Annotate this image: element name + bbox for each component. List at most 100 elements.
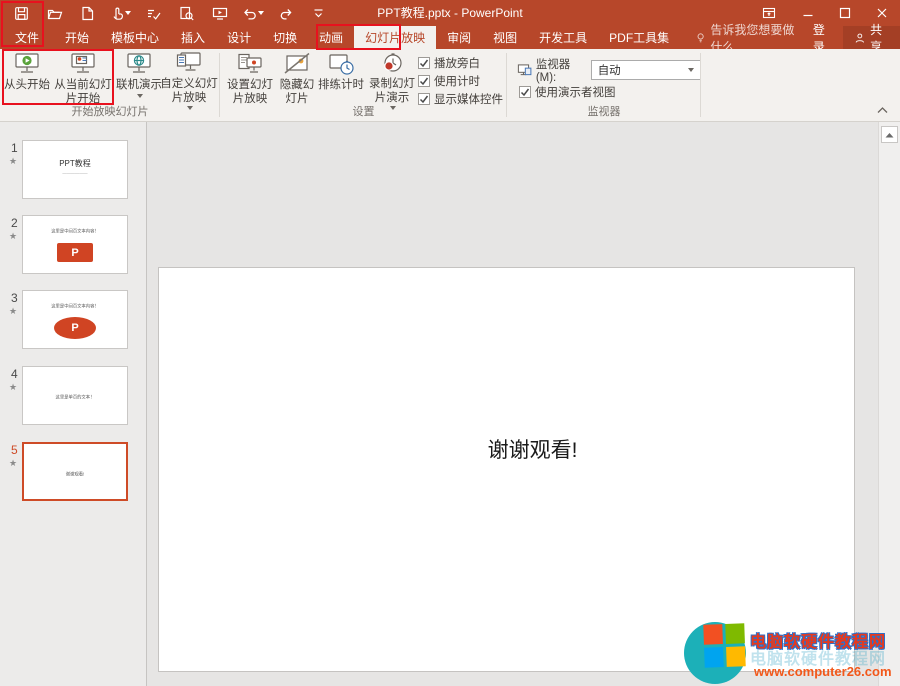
print-preview-button[interactable] [170,0,203,26]
close-icon [876,7,888,19]
record-slideshow-label: 录制幻灯片演示 [364,78,420,105]
thumb-subtitle: —————— [39,172,112,176]
slide-title-text[interactable]: 谢谢观看! [159,434,854,464]
slide-thumbnail-4[interactable]: 4 ★ 这里是单页的文本！ [0,366,147,427]
ribbon: 从头开始 从当前幻灯片开始 联机演示 自定义幻灯片放映 [0,49,900,122]
monitor-select-value: 自动 [598,62,621,78]
slide-thumbnail-5-selected[interactable]: 5 ★ 谢谢观看! [0,442,147,503]
play-narrations-checkbox[interactable] [418,57,430,69]
present-online-label: 联机演示 [116,79,162,93]
touch-mode-dropdown-arrow[interactable] [125,11,131,15]
lightbulb-icon [696,31,705,45]
setup-slideshow-button[interactable]: 设置幻灯片放映 [224,51,276,107]
windows-logo-blue-square [704,647,724,668]
from-current-slide-button[interactable]: 从当前幻灯片开始 [51,51,115,107]
play-narrations-label: 播放旁白 [434,55,480,71]
monitor-row: 监视器(M): 自动 [517,56,701,84]
slide-thumbnail-3[interactable]: 3 ★ 这里是中间页文本内容！ P [0,290,147,351]
slide-number: 4 [11,367,18,381]
scroll-up-arrow-icon [885,132,894,138]
sign-in-button[interactable]: 登录 [801,26,844,49]
tab-insert[interactable]: 插入 [170,26,216,49]
spelling-button[interactable] [137,0,170,26]
use-presenter-view-checkbox[interactable] [519,86,531,98]
thumb-text: 这里是中间页文本内容！ [38,227,113,233]
from-beginning-button[interactable]: 从头开始 [3,51,51,107]
undo-dropdown-arrow[interactable] [258,11,264,15]
present-online-dropdown-arrow[interactable] [137,94,143,98]
customize-qat-button[interactable] [302,0,335,26]
group-start-slideshow: 从头开始 从当前幻灯片开始 联机演示 自定义幻灯片放映 [0,49,220,121]
chevron-up-icon [877,107,888,114]
new-button[interactable] [71,0,104,26]
custom-slideshow-icon [175,51,203,77]
slide-show-button[interactable] [203,0,236,26]
tab-view[interactable]: 视图 [482,26,528,49]
tab-review[interactable]: 审阅 [436,26,482,49]
slide-editor[interactable]: 谢谢观看! [158,267,855,672]
touch-mode-button[interactable] [104,0,137,26]
thumbnail-box[interactable]: 谢谢观看! [22,442,128,501]
redo-button[interactable] [269,0,302,26]
rehearse-timings-button[interactable]: 排练计时 [318,51,364,107]
tab-pdf-tools[interactable]: PDF工具集 [598,26,680,49]
use-timings-checkbox[interactable] [418,75,430,87]
use-presenter-view-label: 使用演示者视图 [535,84,616,100]
windows-logo-green-square [725,623,745,644]
monitor-select-arrow [688,68,694,72]
slide-thumbnail-2[interactable]: 2 ★ 这里是中间页文本内容！ P [0,215,147,276]
presenter-view-row: 使用演示者视图 [519,83,616,101]
setup-slideshow-icon [236,51,264,78]
group-label-start-slideshow: 开始放映幻灯片 [0,103,220,119]
thumbnail-box[interactable]: PPT教程 —————— [22,140,128,199]
monitor-select[interactable]: 自动 [591,60,701,80]
tab-slide-show[interactable]: 幻灯片放映 [354,26,436,49]
vertical-scrollbar[interactable] [878,122,900,686]
custom-slideshow-button[interactable]: 自定义幻灯片放映 [160,51,218,107]
spelling-check-icon [146,6,161,21]
tab-home[interactable]: 开始 [54,26,100,49]
person-icon [855,31,865,45]
animation-star-icon: ★ [9,306,17,317]
minimize-icon [802,7,814,19]
use-timings-label: 使用计时 [434,73,480,89]
collapse-ribbon-button[interactable] [874,103,890,117]
window-title: PPT教程.pptx - PowerPoint [377,0,522,26]
watermark-url: www.computer26.com [754,664,892,679]
present-online-button[interactable]: 联机演示 [116,51,162,107]
maximize-button[interactable] [826,0,863,26]
open-button[interactable] [38,0,71,26]
animation-star-icon: ★ [9,382,17,393]
thumb-text: 这里是中间页文本内容！ [38,302,113,308]
tell-me-box[interactable]: 告诉我您想要做什么... [696,26,801,49]
slide-thumbnail-1[interactable]: 1 ★ PPT教程 —————— [0,140,147,201]
slide-number: 3 [11,291,18,305]
record-slideshow-button[interactable]: 录制幻灯片演示 [364,51,420,107]
thumbnail-box[interactable]: 这里是中间页文本内容！ P [22,215,128,274]
rehearse-timings-icon [327,51,355,78]
animation-star-icon: ★ [9,156,17,167]
thumbnail-box[interactable]: 这里是单页的文本！ [22,366,128,425]
print-preview-icon [179,6,194,21]
touch-mode-icon [111,6,124,21]
maximize-icon [839,7,851,19]
scroll-up-button[interactable] [881,126,898,143]
from-current-slide-icon [69,51,97,78]
tab-design[interactable]: 设计 [216,26,262,49]
monitor-icon [517,63,532,77]
tab-template-center[interactable]: 模板中心 [100,26,170,49]
record-slideshow-icon [378,51,406,77]
redo-icon [279,7,293,20]
windows-logo-orange-square [703,624,723,645]
thumbnail-box[interactable]: 这里是中间页文本内容！ P [22,290,128,349]
save-button[interactable] [5,0,38,26]
powerpoint-logo: P [57,243,93,262]
hide-slide-button[interactable]: 隐藏幻灯片 [276,51,318,107]
undo-button[interactable] [236,0,269,26]
open-folder-icon [47,6,63,21]
tab-developer[interactable]: 开发工具 [528,26,598,49]
tab-transitions[interactable]: 切换 [262,26,308,49]
tab-file[interactable]: 文件 [0,26,54,49]
tab-animations[interactable]: 动画 [308,26,354,49]
share-button[interactable]: 共享 [843,26,900,49]
